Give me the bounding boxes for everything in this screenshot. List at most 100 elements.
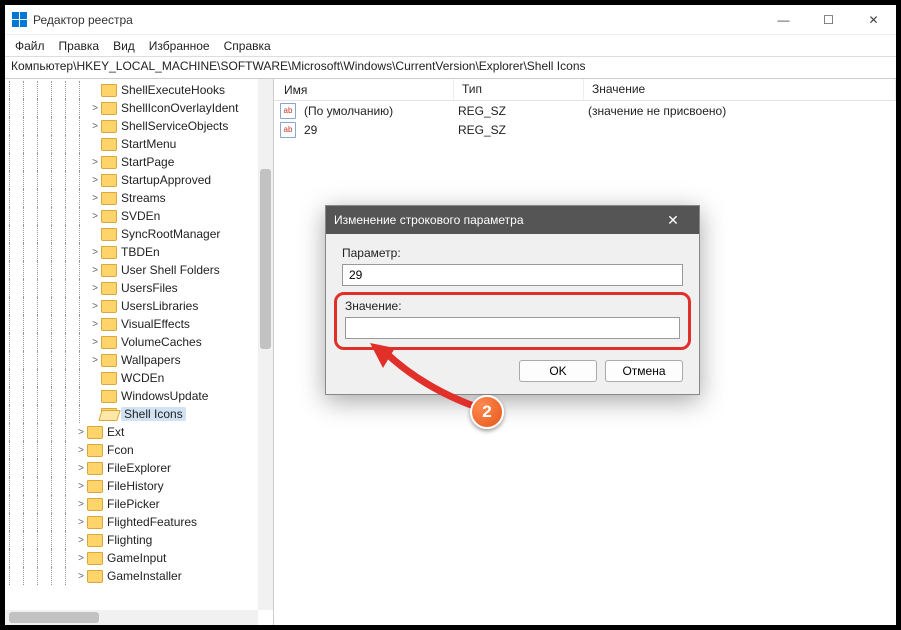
tree-item[interactable]: >FilePicker	[5, 495, 258, 513]
folder-icon	[101, 210, 117, 223]
tree-scrollbar-horizontal[interactable]	[5, 610, 258, 625]
tree-item-label: Shell Icons	[121, 407, 186, 421]
expand-arrow-icon[interactable]: >	[75, 535, 87, 546]
tree-item[interactable]: Shell Icons	[5, 405, 258, 423]
tree-item-label: FlightedFeatures	[107, 515, 197, 529]
expand-arrow-icon[interactable]: >	[75, 481, 87, 492]
menu-favorites[interactable]: Избранное	[143, 37, 216, 55]
expand-arrow-icon[interactable]: >	[89, 211, 101, 222]
tree-item[interactable]: WCDEn	[5, 369, 258, 387]
tree-item[interactable]: > Wallpapers	[5, 351, 258, 369]
app-icon	[11, 12, 27, 28]
close-button[interactable]: ✕	[851, 5, 896, 35]
value-name: 29	[300, 123, 321, 137]
value-name: (По умолчанию)	[300, 104, 397, 118]
tree-item[interactable]: >SVDEn	[5, 207, 258, 225]
tree-item[interactable]: >GameInstaller	[5, 567, 258, 585]
expand-arrow-icon[interactable]: >	[75, 553, 87, 564]
tree-item[interactable]: >GameInput	[5, 549, 258, 567]
folder-icon	[101, 354, 117, 367]
tree-item[interactable]: >Fcon	[5, 441, 258, 459]
tree-item[interactable]: > ShellIconOverlayIdent	[5, 99, 258, 117]
tree-item[interactable]: StartMenu	[5, 135, 258, 153]
tree-item-label: StartupApproved	[121, 173, 211, 187]
string-value-icon: ab	[280, 103, 296, 119]
value-input[interactable]	[345, 317, 680, 339]
tree-item-label: Wallpapers	[121, 353, 181, 367]
folder-icon	[87, 534, 103, 547]
dialog-close-button[interactable]: ✕	[655, 212, 691, 229]
expand-arrow-icon[interactable]: >	[75, 463, 87, 474]
expand-arrow-icon[interactable]: >	[89, 355, 101, 366]
expand-arrow-icon[interactable]: >	[89, 157, 101, 168]
tree-item[interactable]: > Ext	[5, 423, 258, 441]
folder-icon	[101, 300, 117, 313]
tree-item[interactable]: WindowsUpdate	[5, 387, 258, 405]
folder-icon	[101, 192, 117, 205]
address-bar[interactable]: Компьютер\HKEY_LOCAL_MACHINE\SOFTWARE\Mi…	[5, 57, 896, 79]
tree-item[interactable]: >TBDEn	[5, 243, 258, 261]
menu-file[interactable]: Файл	[9, 37, 51, 55]
tree-item[interactable]: >ShellServiceObjects	[5, 117, 258, 135]
folder-icon	[101, 372, 117, 385]
tree-item[interactable]: >FileHistory	[5, 477, 258, 495]
expand-arrow-icon[interactable]: >	[89, 319, 101, 330]
tree-item[interactable]: ShellExecuteHooks	[5, 81, 258, 99]
folder-icon	[101, 282, 117, 295]
string-value-icon: ab	[280, 122, 296, 138]
expand-arrow-icon[interactable]: >	[89, 247, 101, 258]
ok-button[interactable]: OK	[519, 360, 597, 382]
expand-arrow-icon[interactable]: >	[89, 337, 101, 348]
expand-arrow-icon[interactable]: >	[89, 103, 101, 114]
menu-edit[interactable]: Правка	[53, 37, 106, 55]
param-input[interactable]	[342, 264, 683, 286]
folder-icon	[87, 498, 103, 511]
expand-arrow-icon[interactable]: >	[75, 427, 87, 438]
tree-item[interactable]: >UsersFiles	[5, 279, 258, 297]
folder-icon	[87, 426, 103, 439]
tree-item[interactable]: >VolumeCaches	[5, 333, 258, 351]
expand-arrow-icon[interactable]: >	[75, 445, 87, 456]
tree-item[interactable]: > FlightedFeatures	[5, 513, 258, 531]
tree-item-label: ShellIconOverlayIdent	[121, 101, 238, 115]
expand-arrow-icon[interactable]: >	[89, 265, 101, 276]
annotation-number: 2	[470, 395, 504, 429]
expand-arrow-icon[interactable]: >	[89, 283, 101, 294]
tree-scrollbar-vertical[interactable]	[258, 79, 273, 610]
tree-item[interactable]: >VisualEffects	[5, 315, 258, 333]
value-label: Значение:	[345, 299, 680, 313]
window-title: Редактор реестра	[33, 13, 133, 27]
list-header: Имя Тип Значение	[274, 79, 896, 101]
minimize-button[interactable]: —	[761, 5, 806, 35]
expand-arrow-icon[interactable]: >	[89, 121, 101, 132]
tree-item[interactable]: SyncRootManager	[5, 225, 258, 243]
expand-arrow-icon[interactable]: >	[89, 175, 101, 186]
expand-arrow-icon[interactable]: >	[89, 301, 101, 312]
expand-arrow-icon[interactable]: >	[75, 517, 87, 528]
column-header-name[interactable]: Имя	[274, 79, 454, 100]
list-row[interactable]: ab29REG_SZ	[274, 120, 896, 139]
list-row[interactable]: ab(По умолчанию)REG_SZ(значение не присв…	[274, 101, 896, 120]
tree-item-label: Ext	[107, 425, 124, 439]
tree-item[interactable]: >Flighting	[5, 531, 258, 549]
menu-view[interactable]: Вид	[107, 37, 141, 55]
folder-icon	[101, 138, 117, 151]
expand-arrow-icon[interactable]: >	[89, 193, 101, 204]
expand-arrow-icon[interactable]: >	[75, 571, 87, 582]
tree-item[interactable]: >Streams	[5, 189, 258, 207]
folder-icon	[87, 480, 103, 493]
tree-item[interactable]: >UsersLibraries	[5, 297, 258, 315]
tree-item[interactable]: > StartupApproved	[5, 171, 258, 189]
cancel-button[interactable]: Отмена	[605, 360, 683, 382]
tree-item[interactable]: >FileExplorer	[5, 459, 258, 477]
column-header-value[interactable]: Значение	[584, 79, 896, 100]
expand-arrow-icon[interactable]: >	[75, 499, 87, 510]
tree-item[interactable]: >User Shell Folders	[5, 261, 258, 279]
menu-help[interactable]: Справка	[218, 37, 277, 55]
tree-item[interactable]: >StartPage	[5, 153, 258, 171]
folder-icon	[87, 552, 103, 565]
folder-icon	[101, 120, 117, 133]
dialog-title-text: Изменение строкового параметра	[334, 213, 524, 227]
maximize-button[interactable]: ☐	[806, 5, 851, 35]
column-header-type[interactable]: Тип	[454, 79, 584, 100]
